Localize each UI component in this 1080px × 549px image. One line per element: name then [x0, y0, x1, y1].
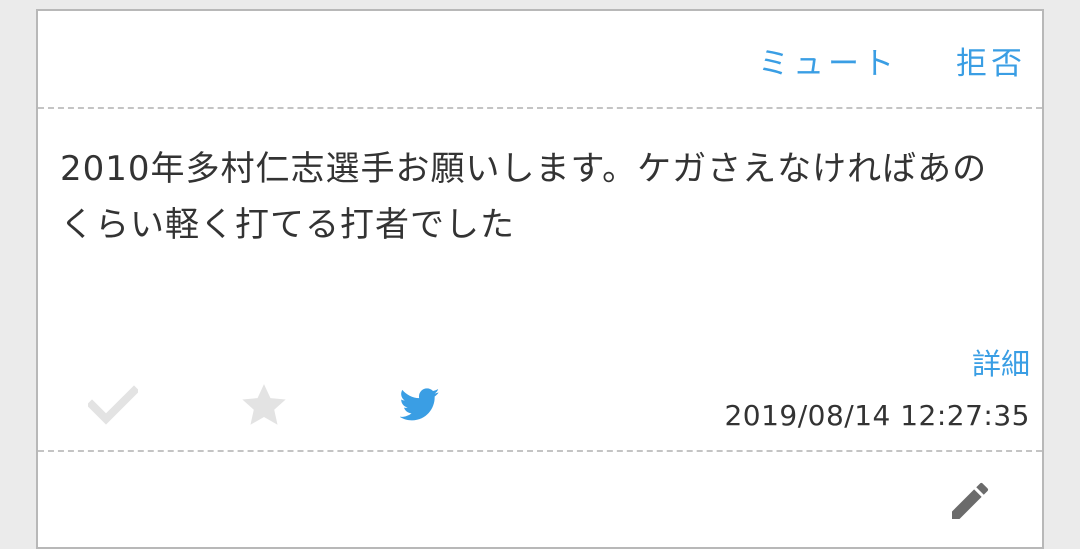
post-actions: ミュート 拒否: [758, 49, 1026, 80]
mute-button[interactable]: ミュート: [758, 49, 898, 80]
reject-button[interactable]: 拒否: [956, 49, 1026, 80]
pencil-icon[interactable]: [944, 475, 996, 527]
detail-link[interactable]: 詳細: [972, 350, 1030, 379]
post-text: 2010年多村仁志選手お願いします。ケガさえなければあのくらい軽く打てる打者でし…: [60, 149, 988, 245]
check-icon[interactable]: [88, 383, 138, 427]
twitter-bird-icon[interactable]: [398, 383, 442, 427]
post-timestamp: 2019/08/14 12:27:35: [724, 399, 1030, 432]
star-icon[interactable]: [238, 381, 290, 431]
top-divider: [38, 107, 1042, 109]
post-card: ミュート 拒否 2010年多村仁志選手お願いします。ケガさえなければあのくらい軽…: [36, 9, 1044, 549]
bottom-divider: [38, 450, 1042, 452]
